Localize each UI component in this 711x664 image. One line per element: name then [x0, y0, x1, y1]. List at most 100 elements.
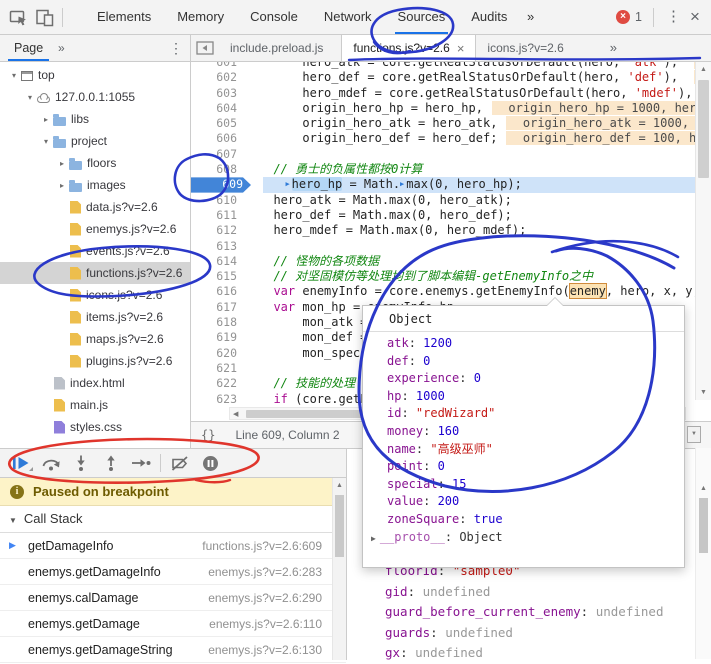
code-line[interactable]: 606 origin_hero_def = hero_def; origin_h…: [191, 131, 695, 146]
editor-vertical-scrollbar[interactable]: ▲ ▼: [695, 62, 711, 400]
call-stack-frame[interactable]: enemys.getDamage enemys.js?v=2.6:110: [0, 611, 346, 637]
file-tree-item[interactable]: icons.js?v=2.6: [0, 284, 190, 306]
pretty-print-button[interactable]: {}: [191, 428, 223, 442]
file-tree-item[interactable]: ▸ libs: [0, 108, 190, 130]
scrollbar-thumb[interactable]: [698, 80, 709, 178]
code-line[interactable]: 612 hero_mdef = Math.max(0, hero_mdef);: [191, 223, 695, 238]
scrollbar-thumb[interactable]: [335, 495, 344, 557]
file-tree-item[interactable]: items.js?v=2.6: [0, 306, 190, 328]
object-property[interactable]: experience: 0: [363, 370, 680, 388]
code-line[interactable]: 605 origin_hero_atk = hero_atk, origin_h…: [191, 116, 695, 131]
line-number-gutter[interactable]: 608: [191, 162, 251, 177]
file-tree-item[interactable]: styles.css: [0, 416, 190, 438]
code-line[interactable]: 615 // 对坚固模仿等处理均到了脚本编辑-getEnemyInfo之中: [191, 269, 695, 284]
line-number-gutter[interactable]: 618: [191, 315, 251, 330]
disclosure-arrow-icon[interactable]: ▾: [40, 137, 52, 146]
scroll-up-icon[interactable]: ▲: [696, 66, 711, 73]
editor-tab[interactable]: include.preload.js: [219, 35, 341, 61]
line-number-gutter[interactable]: 617: [191, 300, 251, 315]
code-line[interactable]: 609 ▶hero_hp = Math.▶max(0, hero_hp);: [191, 177, 695, 192]
code-line[interactable]: 604 origin_hero_hp = hero_hp, origin_her…: [191, 101, 695, 116]
file-tree-item[interactable]: index.html: [0, 372, 190, 394]
line-number-gutter[interactable]: 611: [191, 208, 251, 223]
collapse-sidebar-icon[interactable]: [191, 35, 219, 61]
navigator-menu-icon[interactable]: ⋮: [163, 35, 189, 61]
inspect-icon[interactable]: [8, 8, 30, 28]
scroll-up-icon[interactable]: ▲: [696, 485, 711, 492]
code-line[interactable]: 611 hero_def = Math.max(0, hero_def);: [191, 208, 695, 223]
frame-location[interactable]: enemys.js?v=2.6:130: [208, 643, 322, 657]
disclosure-arrow-icon[interactable]: ▾: [24, 93, 36, 102]
scope-pane-scrollbar[interactable]: ▲: [695, 448, 711, 659]
line-number-gutter[interactable]: 606: [191, 131, 251, 146]
scope-property[interactable]: guard_before_current_enemy: undefined: [348, 602, 695, 623]
line-number-gutter[interactable]: 623: [191, 392, 251, 407]
line-number-gutter[interactable]: 607: [191, 147, 251, 162]
tab-page[interactable]: Page: [8, 35, 49, 61]
error-count-badge[interactable]: × 1: [616, 0, 642, 34]
line-number-gutter[interactable]: 609: [191, 177, 263, 192]
panel-tab[interactable]: Network: [311, 0, 385, 34]
pause-on-exceptions-icon[interactable]: [195, 451, 225, 475]
call-stack-frame[interactable]: enemys.getDamageInfo enemys.js?v=2.6:283: [0, 559, 346, 585]
scope-property[interactable]: guards: undefined: [348, 623, 695, 644]
scroll-left-icon[interactable]: ◀: [233, 410, 238, 418]
expand-arrow-icon[interactable]: ▶: [371, 534, 376, 543]
line-number-gutter[interactable]: 602: [191, 70, 251, 85]
object-property[interactable]: id: "redWizard": [363, 405, 680, 423]
close-icon[interactable]: ×: [684, 0, 706, 34]
menu-icon[interactable]: ⋮: [661, 0, 686, 34]
code-line[interactable]: 613: [191, 239, 695, 254]
object-property[interactable]: name: "高级巫师": [363, 441, 680, 459]
line-number-gutter[interactable]: 621: [191, 361, 251, 376]
resume-script-icon[interactable]: [6, 451, 36, 475]
step-into-icon[interactable]: [66, 451, 96, 475]
file-tree-item[interactable]: ▾ project: [0, 130, 190, 152]
code-line[interactable]: 610 hero_atk = Math.max(0, hero_atk);: [191, 193, 695, 208]
file-tree-item[interactable]: plugins.js?v=2.6: [0, 350, 190, 372]
line-number-gutter[interactable]: 614: [191, 254, 251, 269]
call-stack-header[interactable]: ▼Call Stack: [0, 506, 346, 533]
file-tree-item[interactable]: functions.js?v=2.6: [0, 262, 190, 284]
file-tree-item[interactable]: enemys.js?v=2.6: [0, 218, 190, 240]
line-number-gutter[interactable]: 605: [191, 116, 251, 131]
more-panels-button[interactable]: »: [519, 0, 542, 34]
object-property[interactable]: def: 0: [363, 353, 680, 371]
line-number-gutter[interactable]: 615: [191, 269, 251, 284]
object-property[interactable]: atk: 1200: [363, 335, 680, 353]
code-line[interactable]: 608 // 勇士的负属性都按0计算: [191, 162, 695, 177]
scope-property[interactable]: gx: undefined: [348, 643, 695, 664]
disclosure-arrow-icon[interactable]: ▾: [8, 71, 20, 80]
object-property[interactable]: special: 15: [363, 476, 680, 494]
editor-tab[interactable]: icons.js?v=2.6: [476, 35, 581, 61]
object-property[interactable]: money: 160: [363, 423, 680, 441]
step-out-icon[interactable]: [96, 451, 126, 475]
line-number-gutter[interactable]: 613: [191, 239, 251, 254]
disclosure-arrow-icon[interactable]: ▸: [40, 115, 52, 124]
line-number-gutter[interactable]: 622: [191, 376, 251, 391]
debugger-pane-scrollbar[interactable]: ▲: [332, 478, 346, 660]
close-tab-icon[interactable]: ×: [457, 36, 465, 61]
line-number-gutter[interactable]: 616: [191, 284, 251, 299]
line-number-gutter[interactable]: 619: [191, 330, 251, 345]
line-number-gutter[interactable]: 612: [191, 223, 251, 238]
scroll-up-icon[interactable]: ▲: [333, 482, 346, 489]
code-line[interactable]: 603 hero_mdef = core.getRealStatusOrDefa…: [191, 86, 695, 101]
line-number-gutter[interactable]: 601: [191, 62, 251, 70]
file-tree-item[interactable]: data.js?v=2.6: [0, 196, 190, 218]
panel-tab[interactable]: Console: [237, 0, 311, 34]
scrollbar-thumb[interactable]: [699, 498, 708, 553]
object-property[interactable]: point: 0: [363, 458, 680, 476]
disclosure-arrow-icon[interactable]: ▸: [56, 159, 68, 168]
code-line[interactable]: 602 hero_def = core.getRealStatusOrDefau…: [191, 70, 695, 85]
step-over-icon[interactable]: [36, 451, 66, 475]
file-tree-item[interactable]: maps.js?v=2.6: [0, 328, 190, 350]
more-navigator-tabs-button[interactable]: »: [52, 35, 71, 61]
scroll-down-icon[interactable]: ▼: [696, 389, 711, 396]
device-toolbar-icon[interactable]: [34, 8, 56, 28]
line-number-gutter[interactable]: 620: [191, 346, 251, 361]
dropdown-arrow-icon[interactable]: ▼: [687, 426, 701, 443]
file-tree-item[interactable]: events.js?v=2.6: [0, 240, 190, 262]
frame-location[interactable]: enemys.js?v=2.6:110: [209, 617, 322, 631]
deactivate-breakpoints-icon[interactable]: [165, 451, 195, 475]
